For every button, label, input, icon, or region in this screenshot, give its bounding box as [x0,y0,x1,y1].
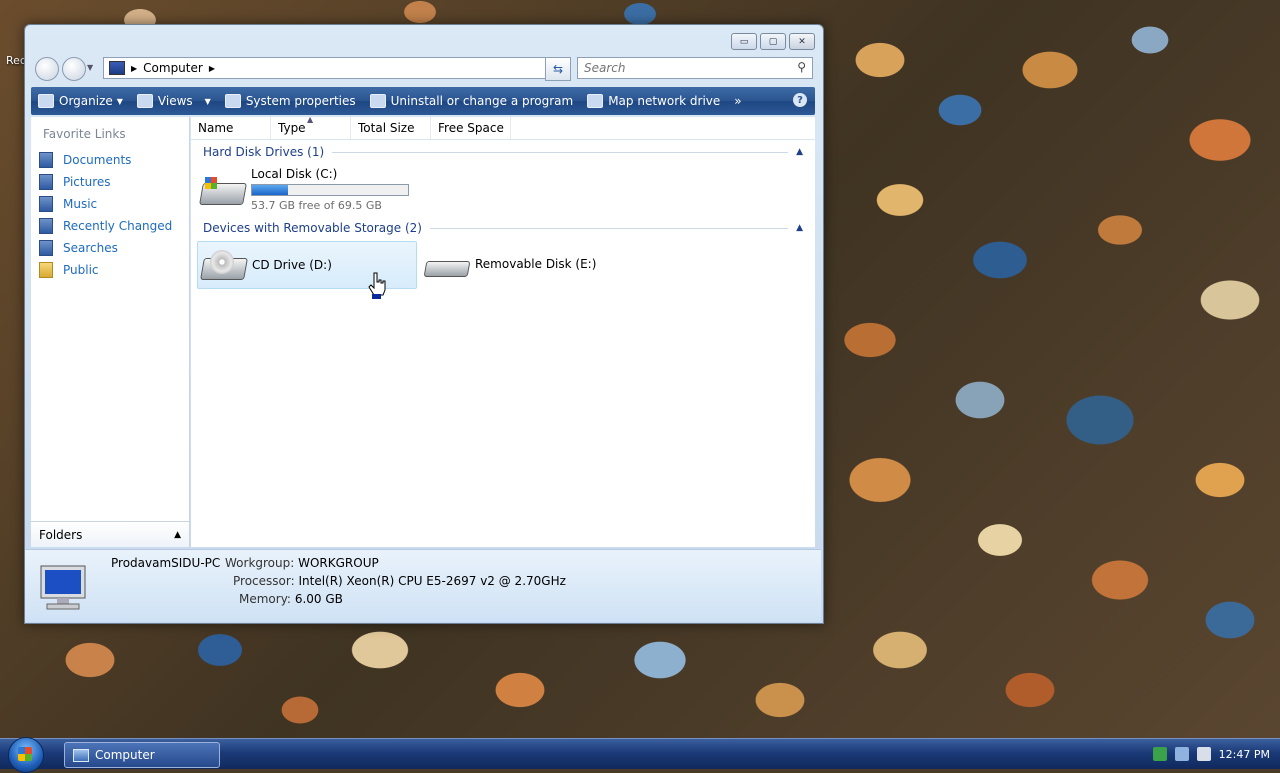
recent-pages-dropdown-icon[interactable]: ▼ [87,63,93,72]
favorite-link-pictures[interactable]: Pictures [39,171,172,193]
content-pane: Name Type ▲ Total Size Free Space Hard D… [191,115,815,547]
pictures-icon [39,174,53,190]
workgroup-label: Workgroup: [225,556,295,570]
computer-icon [109,61,125,75]
command-bar: Organize ▼ Views ▼ System properties Uni… [31,87,815,115]
close-button[interactable]: ✕ [789,33,815,50]
hard-disk-icon [199,175,247,205]
map-network-drive-button[interactable]: Map network drive [580,87,727,115]
drive-label: CD Drive (D:) [252,258,332,272]
hand-cursor-icon [368,272,386,299]
folders-toggle[interactable]: Folders ▲ [31,521,189,547]
drive-free-space: 53.7 GB free of 69.5 GB [251,199,382,212]
desktop-icon-label[interactable]: Rec [6,54,26,67]
group-header-hard-disk-drives[interactable]: Hard Disk Drives (1) ▲ [203,145,803,159]
chevron-down-icon: ▼ [116,96,123,106]
sort-arrow-icon: ▲ [307,115,314,124]
column-header-total-size[interactable]: Total Size [351,117,431,139]
help-icon[interactable]: ? [793,93,807,107]
workgroup-value: WORKGROUP [298,556,379,570]
drive-label: Removable Disk (E:) [475,257,597,271]
favorite-link-public[interactable]: Public [39,259,172,281]
address-bar[interactable]: ▶ Computer ▶ ▼ [103,57,571,79]
memory-label: Memory: [239,592,291,606]
map-network-drive-icon [587,94,604,108]
recently-changed-icon [39,218,53,234]
chevron-up-icon: ▲ [174,529,181,540]
uninstall-program-button[interactable]: Uninstall or change a program [363,87,581,115]
breadcrumb-computer[interactable]: Computer [143,61,203,75]
breadcrumb-separator-icon[interactable]: ▶ [131,64,137,73]
caption-buttons: ▭ ▢ ✕ [731,33,815,50]
collapse-icon[interactable]: ▲ [796,223,803,233]
drive-removable-e[interactable]: Removable Disk (E:) [423,241,596,287]
folder-icon [39,262,53,278]
navigation-pane: Favorite Links Documents Pictures Music … [31,117,190,547]
column-header-free-space[interactable]: Free Space [431,117,511,139]
clock[interactable]: 12:47 PM [1219,748,1270,761]
forward-button[interactable] [62,57,86,81]
chevron-down-icon: ▼ [204,96,211,106]
disk-usage-bar [251,184,409,196]
documents-icon [39,152,53,168]
collapse-icon[interactable]: ▲ [796,147,803,157]
computer-icon [73,748,89,762]
search-box[interactable]: ⚲ [577,57,813,79]
music-icon [39,196,53,212]
toolbar-overflow-button[interactable]: » [727,87,748,115]
favorite-link-music[interactable]: Music [39,193,172,215]
uninstall-icon [369,94,386,108]
favorite-link-recently-changed[interactable]: Recently Changed [39,215,172,237]
column-header-type[interactable]: Type ▲ [271,115,351,139]
security-shield-icon[interactable] [1152,747,1167,761]
folders-label: Folders [39,527,83,542]
taskbar-button-computer[interactable]: Computer [64,742,220,768]
memory-value: 6.00 GB [294,592,343,606]
removable-disk-icon [423,249,471,279]
drive-local-disk-c[interactable]: Local Disk (C:) 53.7 GB free of 69.5 GB [199,167,409,212]
back-button[interactable] [35,57,59,81]
computer-window: ▭ ▢ ✕ ▼ ▶ Computer ▶ ▼ ⇆ ⚲ Organize ▼ Vi… [24,24,824,624]
details-pane: ProdavamSIDU-PC Workgroup: WORKGROUP Pro… [25,549,821,622]
volume-muted-icon[interactable] [1196,747,1211,761]
column-headers: Name Type ▲ Total Size Free Space [191,115,815,140]
taskbar: Computer 12:47 PM [0,737,1280,773]
processor-value: Intel(R) Xeon(R) CPU E5-2697 v2 @ 2.70GH… [298,574,566,588]
views-button[interactable]: Views ▼ [130,87,218,115]
search-icon[interactable]: ⚲ [797,60,806,74]
system-properties-icon [224,94,241,108]
computer-monitor-icon [40,565,86,610]
column-header-name[interactable]: Name [191,117,271,139]
system-tray: 12:47 PM [1152,739,1280,769]
refresh-button[interactable]: ⇆ [545,57,571,81]
organize-button[interactable]: Organize ▼ [31,87,130,115]
search-input[interactable] [582,60,786,76]
drive-label: Local Disk (C:) [251,167,338,181]
favorite-links-list: Documents Pictures Music Recently Change… [39,149,172,281]
computer-name: ProdavamSIDU-PC [111,556,221,570]
searches-icon [39,240,53,256]
favorite-links-title: Favorite Links [43,127,126,141]
organize-icon [38,94,54,108]
favorite-link-documents[interactable]: Documents [39,149,172,171]
minimize-button[interactable]: ▭ [731,33,757,50]
network-icon[interactable] [1174,747,1189,761]
favorite-link-searches[interactable]: Searches [39,237,172,259]
breadcrumb-separator-icon[interactable]: ▶ [209,64,215,73]
windows-logo-icon [18,747,32,761]
maximize-button[interactable]: ▢ [760,33,786,50]
views-icon [136,94,153,108]
system-properties-button[interactable]: System properties [218,87,363,115]
processor-label: Processor: [233,574,295,588]
cd-drive-icon [200,250,248,280]
group-header-removable-storage[interactable]: Devices with Removable Storage (2) ▲ [203,221,803,235]
